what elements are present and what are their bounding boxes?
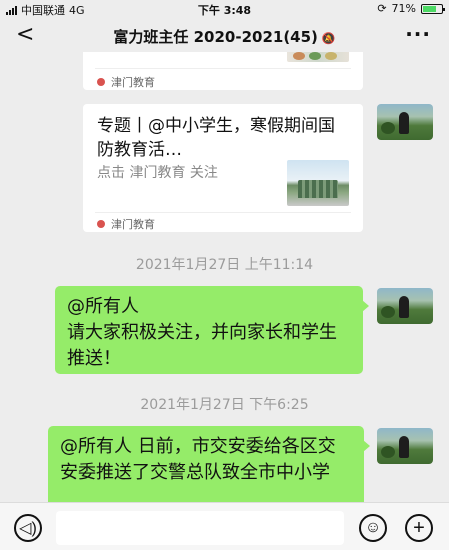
message-bubble[interactable]: @所有人 日前，市交安委给各区交安委推送了交警总队致全市中小学 xyxy=(48,426,370,502)
bell-off-icon: 🔕 xyxy=(321,32,336,45)
battery-icon xyxy=(421,3,445,14)
plus-icon[interactable]: + xyxy=(405,514,433,542)
avatar[interactable] xyxy=(377,104,433,140)
article-thumbnail xyxy=(287,52,349,62)
status-bar: 中国联通 4G 下午 3:48 ⟳ 71% xyxy=(0,0,449,18)
message-bubble[interactable]: @所有人 请大家积极关注，并向家长和学生推送！ xyxy=(55,286,369,374)
message-input[interactable] xyxy=(56,511,344,545)
battery-percent: 71% xyxy=(391,2,416,15)
input-bar: ◁) ☺ + xyxy=(0,502,449,550)
card-source: 津门教育 xyxy=(97,74,155,90)
emoji-icon[interactable]: ☺ xyxy=(359,514,387,542)
chat-title: 富力班主任 2020-2021(45) xyxy=(113,28,318,46)
chat-title-wrap: 富力班主任 2020-2021(45) 🔕 xyxy=(0,26,449,47)
avatar[interactable] xyxy=(377,288,433,324)
article-thumbnail xyxy=(287,160,349,206)
avatar[interactable] xyxy=(377,428,433,464)
source-logo-icon xyxy=(97,220,105,228)
chat-area[interactable]: 津门教育 专题丨@中小学生，寒假期间国防教育活… 点击 津门教育 关注 津门教育… xyxy=(0,52,449,502)
article-desc: 点击 津门教育 关注 xyxy=(97,165,218,181)
card-source: 津门教育 xyxy=(97,216,155,232)
chat-header: < 富力班主任 2020-2021(45) 🔕 ··· xyxy=(0,18,449,52)
article-title: 专题丨@中小学生，寒假期间国防教育活… xyxy=(97,116,335,160)
status-right: ⟳ 71% xyxy=(377,2,445,15)
article-card-top[interactable]: 津门教育 xyxy=(83,52,363,90)
card-divider xyxy=(95,68,351,69)
card-source-name: 津门教育 xyxy=(111,76,155,89)
message-timestamp: 2021年1月27日 下午6:25 xyxy=(140,397,309,413)
card-divider xyxy=(95,212,351,213)
voice-icon[interactable]: ◁) xyxy=(14,514,42,542)
source-logo-icon xyxy=(97,78,105,86)
card-source-name: 津门教育 xyxy=(111,218,155,231)
article-card[interactable]: 专题丨@中小学生，寒假期间国防教育活… 点击 津门教育 关注 津门教育 xyxy=(83,104,363,232)
more-dots-icon[interactable]: ··· xyxy=(405,22,431,46)
rotation-lock-icon: ⟳ xyxy=(377,2,387,15)
message-timestamp: 2021年1月27日 上午11:14 xyxy=(135,257,314,273)
